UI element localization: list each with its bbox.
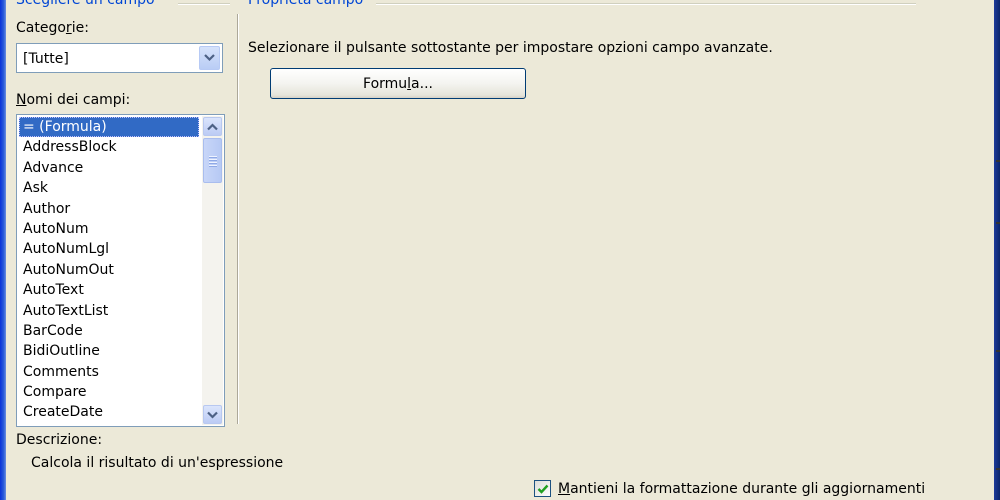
vertical-scrollbar[interactable] [202, 116, 223, 425]
group-border [376, 3, 916, 5]
field-list-item[interactable]: Compare [19, 382, 199, 402]
advanced-options-instruction: Selezionare il pulsante sottostante per … [248, 40, 773, 56]
field-list-item[interactable]: = (Formula) [19, 117, 199, 138]
border-tick [996, 468, 1000, 470]
field-list-item[interactable]: Author [19, 199, 199, 219]
access-key: M [558, 481, 571, 497]
field-list-item[interactable]: AutoText [19, 280, 199, 300]
description-text: Calcola il risultato di un'espressione [31, 455, 284, 471]
field-names-list: = (Formula) AddressBlock Advance Ask Author A… [19, 117, 199, 423]
group-border [178, 3, 230, 5]
chevron-down-icon [204, 54, 215, 62]
chevron-up-icon [207, 122, 218, 130]
field-list-item[interactable]: Advance [19, 158, 199, 178]
choose-field-legend: Scegliere un campo [16, 0, 159, 9]
field-list-item[interactable]: AutoNum [19, 219, 199, 239]
field-list-item[interactable]: Comments [19, 362, 199, 382]
field-list-item[interactable]: AutoNumOut [19, 260, 199, 280]
preserve-formatting-label[interactable]: Mantieni la formattazione durante gli ag… [558, 480, 925, 498]
description-label: Descrizione: [16, 432, 103, 448]
categories-label: Categorie: [16, 19, 89, 37]
categories-dropdown[interactable]: [Tutte] [16, 43, 223, 73]
scroll-thumb[interactable] [203, 138, 222, 183]
border-tick [996, 350, 1000, 352]
categories-value: [Tutte] [23, 51, 69, 67]
window-border-left [0, 0, 6, 500]
label-text: omi dei campi: [26, 92, 131, 108]
dropdown-button[interactable] [199, 46, 220, 70]
access-key: N [16, 92, 27, 108]
field-names-listbox[interactable]: = (Formula) AddressBlock Advance Ask Author A… [16, 114, 225, 427]
formula-button[interactable]: Formula... [270, 68, 526, 99]
field-list-item[interactable]: CreateDate [19, 402, 199, 422]
window-border-right [994, 0, 1000, 500]
field-list-item[interactable]: Ask [19, 178, 199, 198]
button-text: a... [411, 75, 433, 92]
label-text: ie: [71, 20, 89, 36]
checkmark-icon [537, 484, 548, 494]
field-list-item[interactable]: BidiOutline [19, 341, 199, 361]
label-text: antieni la formattazione durante gli agg… [570, 481, 926, 497]
border-tick [996, 222, 1000, 224]
scroll-down-button[interactable] [203, 405, 222, 424]
label-text: Catego [16, 20, 66, 36]
border-tick [996, 160, 1000, 162]
preserve-formatting-checkbox[interactable] [534, 480, 551, 497]
insert-field-dialog: Scegliere un campo Categorie: [Tutte] No… [0, 0, 1000, 500]
field-properties-legend: Proprietà campo [248, 0, 368, 9]
scroll-up-button[interactable] [203, 117, 222, 136]
field-names-label: Nomi dei campi: [16, 91, 130, 109]
field-list-item[interactable]: AddressBlock [19, 137, 199, 157]
button-text: Formu [363, 75, 408, 92]
field-list-item[interactable]: AutoTextList [19, 301, 199, 321]
field-list-item[interactable]: AutoNumLgl [19, 239, 199, 259]
field-list-item[interactable]: BarCode [19, 321, 199, 341]
chevron-down-icon [207, 411, 218, 419]
group-separator [237, 14, 239, 424]
